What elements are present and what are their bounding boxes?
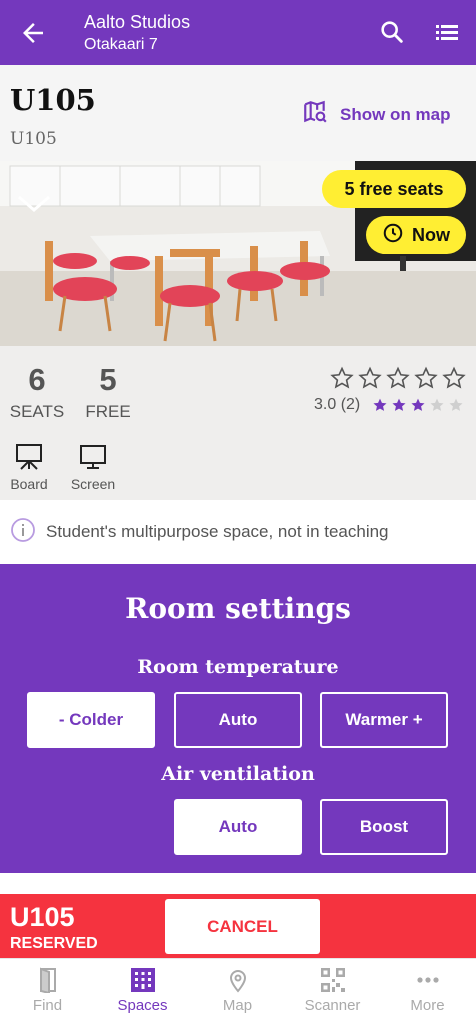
cancel-button[interactable]: CANCEL xyxy=(165,899,320,954)
rating-stars xyxy=(372,397,464,413)
building-icon xyxy=(95,967,190,993)
temperature-title: Room temperature xyxy=(137,656,339,678)
equipment-screen-label: Screen xyxy=(70,476,116,492)
boost-button-label: Boost xyxy=(359,817,409,836)
info-icon xyxy=(10,517,36,548)
star-filled-icon xyxy=(392,398,406,411)
star-outline-icon[interactable] xyxy=(414,366,438,395)
star-filled-icon xyxy=(411,398,425,411)
rating-text: 3.0 (2) xyxy=(314,396,361,413)
time-badge-label: Now xyxy=(412,224,450,245)
equipment-board-label: Board xyxy=(10,476,48,492)
room-header: U105 U105 Show on map xyxy=(0,65,476,161)
room-settings: Room settings Room temperature - Colder … xyxy=(0,564,476,873)
room-settings-title: Room settings xyxy=(125,592,351,625)
free-stat: 5 FREE xyxy=(82,362,134,422)
free-value: 5 xyxy=(99,362,117,397)
equipment-board: Board xyxy=(6,442,52,492)
free-label: FREE xyxy=(85,402,131,421)
door-icon xyxy=(0,967,95,993)
warmer-button-label: Warmer + xyxy=(345,710,423,729)
star-outline-icon[interactable] xyxy=(442,366,466,395)
star-outline-icon[interactable] xyxy=(358,366,382,395)
reservation-bar: U105 RESERVED CANCEL xyxy=(0,894,476,958)
more-dots-icon xyxy=(380,967,475,993)
colder-button-label: - Colder xyxy=(58,710,124,729)
room-note: Student's multipurpose space, not in tea… xyxy=(0,500,476,564)
ventilation-auto-button[interactable]: Auto xyxy=(174,799,302,855)
boost-button[interactable]: Boost xyxy=(320,799,448,855)
equipment-screen: Screen xyxy=(66,442,120,492)
map-search-icon xyxy=(302,99,340,130)
star-empty-icon xyxy=(449,398,463,411)
nav-scanner[interactable]: Scanner xyxy=(285,967,380,1014)
room-note-text: Student's multipurpose space, not in tea… xyxy=(46,522,389,541)
star-filled-icon xyxy=(373,398,387,411)
nav-map-label: Map xyxy=(222,997,253,1014)
chevron-down-icon[interactable] xyxy=(17,195,51,218)
star-empty-icon xyxy=(430,398,444,411)
room-info: 6 SEATS 5 FREE 3.0 (2) Board Screen xyxy=(0,346,476,500)
header-titles: Aalto Studios Otakaari 7 xyxy=(84,11,190,57)
nav-more[interactable]: More xyxy=(380,967,475,1014)
nav-find-label: Find xyxy=(32,997,63,1014)
building-name: Aalto Studios xyxy=(84,12,191,32)
cancel-button-label: CANCEL xyxy=(207,916,278,936)
star-outline-icon[interactable] xyxy=(330,366,354,395)
building-address: Otakaari 7 xyxy=(84,36,158,53)
ventilation-auto-label: Auto xyxy=(218,817,258,836)
warmer-button[interactable]: Warmer + xyxy=(320,692,448,748)
map-pin-icon xyxy=(190,967,285,993)
bottom-nav: Find Spaces Map Scanner More xyxy=(0,958,476,1024)
rating-summary: 3.0 (2) xyxy=(314,396,464,414)
reservation-status: RESERVED xyxy=(10,935,98,952)
board-icon xyxy=(6,442,52,472)
list-icon[interactable] xyxy=(434,20,462,46)
room-name: U105 xyxy=(10,83,96,117)
nav-map[interactable]: Map xyxy=(190,967,285,1014)
search-icon[interactable] xyxy=(378,18,406,46)
star-outline-icon[interactable] xyxy=(386,366,410,395)
nav-scanner-label: Scanner xyxy=(304,997,361,1014)
seats-label: SEATS xyxy=(9,402,65,421)
colder-button[interactable]: - Colder xyxy=(27,692,155,748)
app-bar: Aalto Studios Otakaari 7 xyxy=(0,0,476,65)
qr-code-icon xyxy=(285,967,380,993)
time-badge[interactable]: Now xyxy=(366,216,466,254)
show-on-map-label: Show on map xyxy=(340,104,451,124)
nav-find[interactable]: Find xyxy=(0,967,95,1014)
nav-more-label: More xyxy=(410,997,445,1014)
temperature-auto-button[interactable]: Auto xyxy=(174,692,302,748)
reserved-room-code: U105 xyxy=(10,902,75,932)
screen-icon xyxy=(66,442,120,472)
ventilation-title: Air ventilation xyxy=(161,763,315,785)
nav-spaces-label: Spaces xyxy=(117,997,168,1014)
room-photo: 5 free seats Now xyxy=(0,161,476,346)
free-seats-badge: 5 free seats xyxy=(322,170,466,208)
clock-icon xyxy=(382,222,412,249)
temperature-auto-label: Auto xyxy=(218,710,258,729)
show-on-map-button[interactable]: Show on map xyxy=(302,99,451,130)
free-seats-badge-label: 5 free seats xyxy=(344,178,444,199)
seats-value: 6 xyxy=(28,362,46,397)
room-subtitle: U105 xyxy=(10,129,57,149)
arrow-left-icon[interactable] xyxy=(18,18,48,48)
seats-stat: 6 SEATS xyxy=(8,362,66,422)
nav-spaces[interactable]: Spaces xyxy=(95,967,190,1014)
rate-room-stars[interactable] xyxy=(330,366,466,395)
